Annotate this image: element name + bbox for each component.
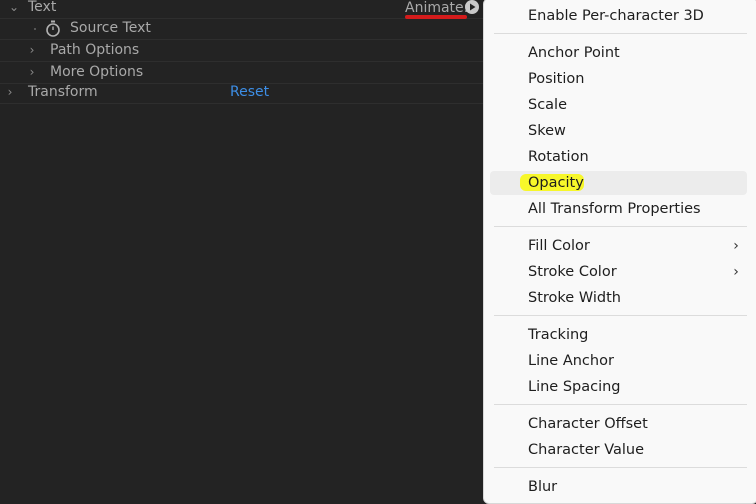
menu-item-skew[interactable]: Skew [490, 119, 747, 143]
menu-item-label: Position [528, 71, 585, 87]
menu-item-fill-color[interactable]: Fill Color › [490, 234, 747, 258]
menu-item-opacity[interactable]: Opacity [490, 171, 747, 195]
tree-dot [34, 28, 36, 30]
menu-item-label: Blur [528, 479, 558, 495]
menu-item-label: Opacity [528, 175, 584, 191]
animate-play-icon[interactable] [465, 0, 479, 14]
more-options-row[interactable]: › More Options [0, 62, 485, 84]
chevron-right-icon: › [733, 264, 739, 280]
menu-item-line-anchor[interactable]: Line Anchor [490, 349, 747, 373]
menu-item-stroke-color[interactable]: Stroke Color › [490, 260, 747, 284]
source-text-row[interactable]: Source Text [0, 18, 485, 40]
animate-context-menu: Enable Per-character 3D Anchor Point Pos… [483, 0, 756, 504]
more-options-label: More Options [50, 64, 144, 80]
menu-item-rotation[interactable]: Rotation [490, 145, 747, 169]
menu-separator [494, 33, 747, 34]
chevron-right-icon: › [733, 238, 739, 254]
chevron-right-icon[interactable]: › [5, 82, 15, 103]
menu-item-label: Enable Per-character 3D [528, 8, 704, 24]
menu-item-label: Scale [528, 97, 568, 113]
menu-item-label: All Transform Properties [528, 201, 701, 217]
menu-item-label: Stroke Width [528, 290, 621, 306]
menu-item-character-value[interactable]: Character Value [490, 438, 747, 462]
menu-item-label: Anchor Point [528, 45, 620, 61]
path-options-row[interactable]: › Path Options [0, 40, 485, 62]
animate-label[interactable]: Animate: [405, 0, 468, 16]
menu-item-blur[interactable]: Blur [490, 475, 747, 499]
menu-item-stroke-width[interactable]: Stroke Width [490, 286, 747, 310]
text-group-label: Text [28, 0, 57, 15]
properties-panel: ⌄ Text Animate: Source Text › Path Optio… [0, 0, 485, 503]
menu-item-label: Character Offset [528, 416, 648, 432]
menu-item-label: Fill Color [528, 238, 590, 254]
reset-link[interactable]: Reset [230, 82, 269, 103]
menu-item-label: Line Spacing [528, 379, 621, 395]
menu-item-enable-per-character-3d[interactable]: Enable Per-character 3D [490, 4, 747, 28]
menu-item-label: Tracking [528, 327, 589, 343]
menu-separator [494, 404, 747, 405]
menu-item-label: Line Anchor [528, 353, 614, 369]
menu-item-character-offset[interactable]: Character Offset [490, 412, 747, 436]
menu-item-tracking[interactable]: Tracking [490, 323, 747, 347]
chevron-right-icon[interactable]: › [27, 62, 37, 83]
menu-separator [494, 315, 747, 316]
source-text-label: Source Text [70, 20, 151, 36]
stopwatch-icon[interactable] [45, 20, 61, 37]
transform-row[interactable]: › Transform Reset [0, 82, 485, 104]
menu-item-label: Character Value [528, 442, 645, 458]
transform-label: Transform [28, 84, 98, 100]
menu-item-label: Rotation [528, 149, 589, 165]
chevron-right-icon[interactable]: › [27, 40, 37, 61]
path-options-label: Path Options [50, 42, 140, 58]
menu-item-all-transform-properties[interactable]: All Transform Properties [490, 197, 747, 221]
menu-item-line-spacing[interactable]: Line Spacing [490, 375, 747, 399]
animate-control[interactable]: Animate: [405, 0, 468, 19]
menu-item-position[interactable]: Position [490, 67, 747, 91]
menu-item-label: Skew [528, 123, 566, 139]
chevron-down-icon[interactable]: ⌄ [9, 0, 19, 18]
menu-separator [494, 226, 747, 227]
menu-item-anchor-point[interactable]: Anchor Point [490, 41, 747, 65]
menu-separator [494, 467, 747, 468]
menu-item-label: Stroke Color [528, 264, 617, 280]
menu-item-scale[interactable]: Scale [490, 93, 747, 117]
